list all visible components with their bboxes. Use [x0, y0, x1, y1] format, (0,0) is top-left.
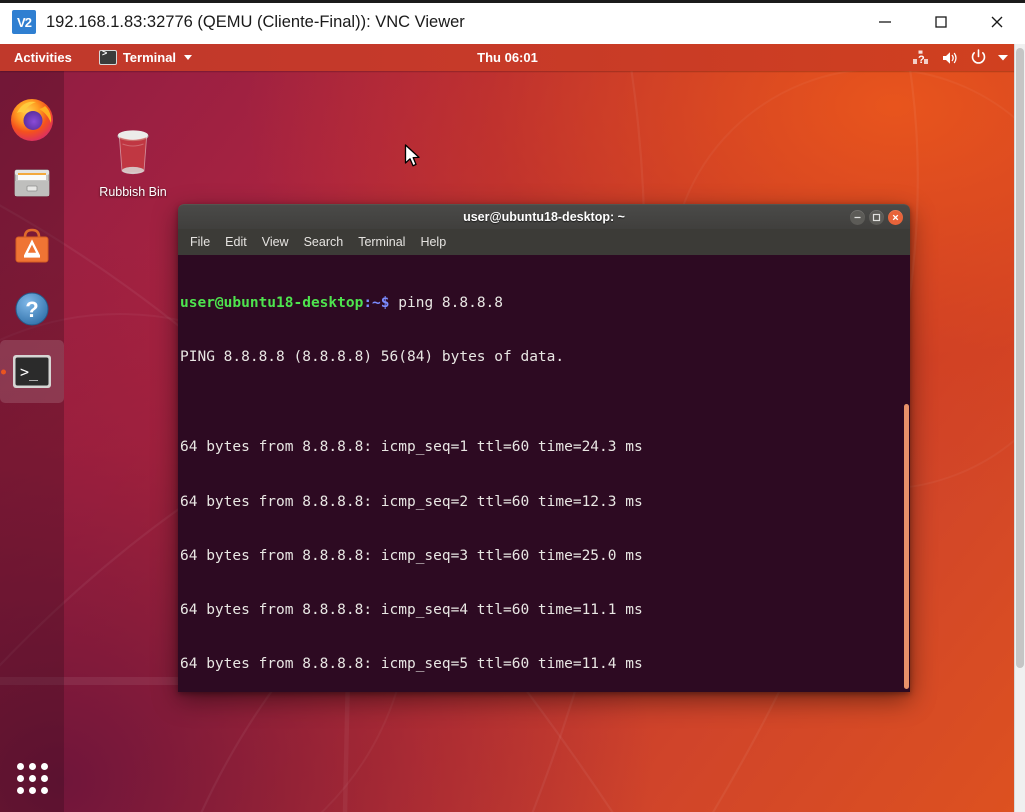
- terminal-scrollbar-thumb[interactable]: [904, 404, 909, 689]
- vnc-window-controls: [857, 0, 1025, 44]
- vnc-vertical-scrollbar[interactable]: [1014, 44, 1025, 812]
- app-menu-terminal[interactable]: Terminal: [93, 50, 198, 65]
- system-tray[interactable]: ?: [913, 44, 1009, 71]
- terminal-minimize-button[interactable]: [850, 210, 865, 225]
- dock-items: ? >_: [0, 88, 64, 403]
- apps-grid-icon: [17, 763, 48, 794]
- menu-file[interactable]: File: [190, 235, 210, 249]
- ping-reply-line: 64 bytes from 8.8.8.8: icmp_seq=2 ttl=60…: [180, 493, 651, 511]
- terminal-titlebar[interactable]: user@ubuntu18-desktop: ~: [178, 204, 910, 229]
- ping-header-line: PING 8.8.8.8 (8.8.8.8) 56(84) bytes of d…: [180, 348, 651, 366]
- vnc-viewer-titlebar: V2 192.168.1.83:32776 (QEMU (Cliente-Fin…: [0, 0, 1025, 44]
- terminal-close-button[interactable]: [888, 210, 903, 225]
- app-menu-label: Terminal: [123, 50, 176, 65]
- terminal-app-icon: >_: [10, 353, 54, 391]
- activities-button[interactable]: Activities: [5, 48, 81, 68]
- terminal-window[interactable]: user@ubuntu18-desktop: ~ File Edit Vie: [178, 204, 910, 692]
- dock-item-files[interactable]: [0, 151, 64, 214]
- terminal-output-area[interactable]: user@ubuntu18-desktop:~$ ping 8.8.8.8 PI…: [178, 255, 910, 692]
- volume-icon: [941, 50, 960, 66]
- menu-help[interactable]: Help: [420, 235, 446, 249]
- vnc-logo-icon: V2: [12, 10, 36, 34]
- vnc-remote-desktop-viewport[interactable]: Activities Terminal Thu 06:01 ?: [0, 44, 1015, 812]
- mouse-cursor: [404, 144, 422, 175]
- power-icon: [970, 49, 987, 66]
- ping-reply-lines: 64 bytes from 8.8.8.8: icmp_seq=1 ttl=60…: [180, 402, 651, 692]
- terminal-prompt-line: user@ubuntu18-desktop:~$ ping 8.8.8.8: [180, 294, 651, 312]
- rubbish-bin-icon: [105, 124, 161, 180]
- svg-text:?: ?: [918, 54, 925, 65]
- arrow-cursor-icon: [404, 144, 422, 170]
- desktop-icon-label: Rubbish Bin: [92, 185, 174, 199]
- dock-item-help[interactable]: ?: [0, 277, 64, 340]
- help-icon: ?: [10, 287, 54, 331]
- dock-item-ubuntu-software[interactable]: [0, 214, 64, 277]
- ubuntu-dock: ? >_: [0, 71, 64, 812]
- dock-item-firefox[interactable]: [0, 88, 64, 151]
- prompt-command: ping 8.8.8.8: [390, 295, 504, 311]
- vnc-close-button[interactable]: [969, 0, 1025, 44]
- svg-text:?: ?: [25, 297, 38, 322]
- menu-terminal[interactable]: Terminal: [358, 235, 405, 249]
- ping-reply-line: 64 bytes from 8.8.8.8: icmp_seq=1 ttl=60…: [180, 438, 651, 456]
- menu-view[interactable]: View: [262, 235, 289, 249]
- ping-reply-line: 64 bytes from 8.8.8.8: icmp_seq=5 ttl=60…: [180, 655, 651, 673]
- desktop-icon-rubbish-bin[interactable]: Rubbish Bin: [92, 124, 174, 199]
- files-icon: [10, 161, 54, 205]
- vnc-vertical-scrollbar-thumb[interactable]: [1016, 48, 1024, 668]
- vnc-maximize-button[interactable]: [913, 0, 969, 44]
- ping-reply-line: 64 bytes from 8.8.8.8: icmp_seq=3 ttl=60…: [180, 547, 651, 565]
- show-applications-button[interactable]: [0, 750, 64, 806]
- ping-reply-line: 64 bytes from 8.8.8.8: icmp_seq=4 ttl=60…: [180, 601, 651, 619]
- menu-edit[interactable]: Edit: [225, 235, 247, 249]
- chevron-down-icon: [184, 55, 192, 60]
- terminal-scrollbar[interactable]: [904, 255, 910, 692]
- terminal-icon: [99, 50, 117, 65]
- screen: V2 192.168.1.83:32776 (QEMU (Cliente-Fin…: [0, 0, 1025, 812]
- menu-search[interactable]: Search: [304, 235, 344, 249]
- terminal-window-controls: [850, 205, 903, 229]
- terminal-menubar: File Edit View Search Terminal Help: [178, 229, 910, 255]
- vnc-window-title: 192.168.1.83:32776 (QEMU (Cliente-Final)…: [46, 13, 465, 32]
- terminal-maximize-button[interactable]: [869, 210, 884, 225]
- ubuntu-software-icon: [10, 224, 54, 268]
- prompt-user-host: user@ubuntu18-desktop: [180, 295, 363, 311]
- prompt-path: :~$: [363, 295, 389, 311]
- terminal-window-title: user@ubuntu18-desktop: ~: [463, 210, 625, 224]
- dock-item-terminal[interactable]: >_: [0, 340, 64, 403]
- firefox-icon: [9, 97, 55, 143]
- system-menu-chevron-icon: [997, 53, 1009, 62]
- svg-text:>_: >_: [20, 363, 39, 381]
- terminal-text: user@ubuntu18-desktop:~$ ping 8.8.8.8 PI…: [180, 258, 651, 692]
- panel-clock[interactable]: Thu 06:01: [443, 50, 573, 65]
- gnome-top-panel: Activities Terminal Thu 06:01 ?: [0, 44, 1015, 71]
- network-unknown-icon: ?: [913, 50, 931, 65]
- vnc-minimize-button[interactable]: [857, 0, 913, 44]
